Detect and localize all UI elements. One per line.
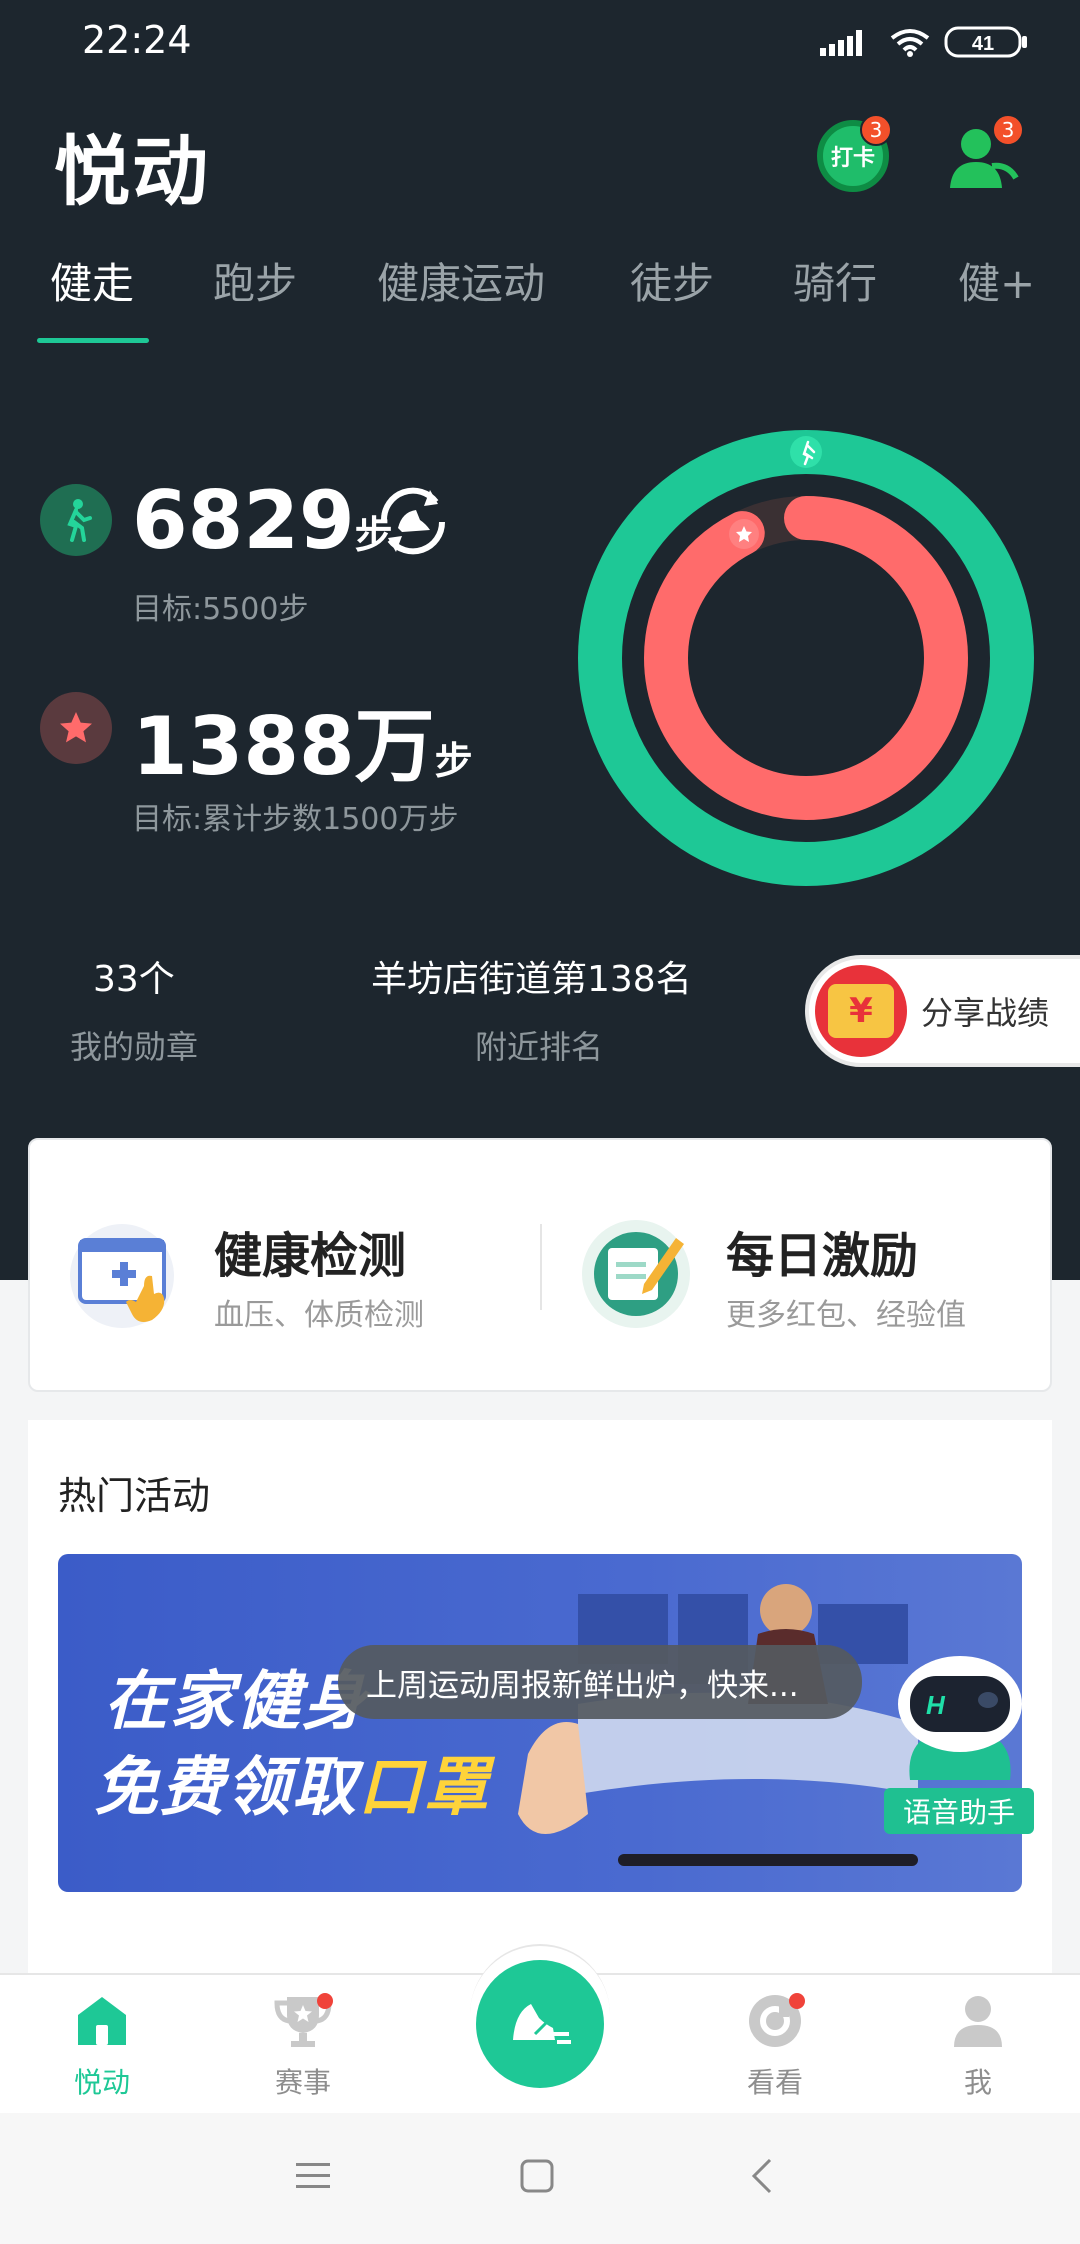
hot-activities-title: 热门活动 bbox=[58, 1474, 211, 1518]
health-check-subtitle: 血压、体质检测 bbox=[214, 1298, 424, 1333]
checkin-badge: 3 bbox=[860, 114, 892, 146]
tab-hiking[interactable]: 徒步 bbox=[630, 250, 714, 311]
shoe-icon bbox=[513, 2004, 571, 2044]
battery-level: 41 bbox=[972, 33, 994, 55]
voice-assistant-label: 语音助手 bbox=[884, 1788, 1034, 1834]
nav-me[interactable]: 我 bbox=[918, 1993, 1038, 2101]
today-steps: 6829 步 bbox=[132, 474, 393, 567]
banner-subheadline-highlight: 口罩 bbox=[358, 1751, 490, 1825]
status-time: 22:24 bbox=[82, 18, 192, 62]
health-check-title[interactable]: 健康检测 bbox=[214, 1216, 406, 1286]
nav-discover-label: 看看 bbox=[746, 2066, 803, 2099]
share-label: 分享战绩 bbox=[921, 994, 1050, 1032]
start-workout-button[interactable] bbox=[476, 1960, 604, 2088]
nav-discover[interactable]: 看看 bbox=[715, 1993, 835, 2101]
daily-reward-icon bbox=[578, 1214, 696, 1332]
home-icon bbox=[78, 1997, 126, 2045]
tab-running[interactable]: 跑步 bbox=[213, 250, 297, 311]
health-check-icon bbox=[66, 1216, 184, 1334]
quick-actions-card: 健康检测 血压、体质检测 每日激励 更多红包、经验值 bbox=[28, 1138, 1052, 1392]
banner-subheadline: 免费领取口罩 bbox=[94, 1736, 490, 1828]
total-steps-value: 1388万 bbox=[132, 700, 435, 793]
total-steps-ring bbox=[644, 496, 968, 820]
voice-assistant-button[interactable]: H 语音助手 bbox=[880, 1650, 1040, 1840]
checkin-label: 打卡 bbox=[830, 146, 875, 171]
back-icon[interactable] bbox=[750, 2157, 774, 2195]
nav-home[interactable]: 悦动 bbox=[42, 1993, 162, 2101]
progress-rings bbox=[576, 428, 1036, 888]
tab-walking[interactable]: 健走 bbox=[50, 250, 134, 311]
yuan-symbol: ¥ bbox=[828, 984, 894, 1038]
robot-icon: H bbox=[898, 1656, 1022, 1780]
status-icons: 41 bbox=[820, 22, 1040, 62]
walk-icon bbox=[40, 484, 112, 556]
nav-me-label: 我 bbox=[963, 2066, 992, 2099]
daily-reward-title[interactable]: 每日激励 bbox=[726, 1216, 918, 1286]
friends-badge: 3 bbox=[992, 114, 1024, 146]
tab-health-exercise[interactable]: 健康运动 bbox=[377, 250, 545, 311]
nav-events-label: 赛事 bbox=[274, 2066, 331, 2099]
events-new-dot bbox=[317, 1993, 333, 2009]
badges-count: 33个 bbox=[93, 959, 175, 1000]
nearby-rank-value: 羊坊店街道第138名 bbox=[371, 959, 692, 1000]
share-achievement-button[interactable]: ¥ 分享战绩 bbox=[805, 955, 1080, 1067]
card-divider bbox=[540, 1224, 542, 1310]
sync-shoe-icon bbox=[380, 487, 446, 555]
red-envelope-icon: ¥ bbox=[815, 965, 907, 1057]
star-icon bbox=[40, 692, 112, 764]
profile-icon bbox=[954, 1996, 1002, 2047]
tab-cycling[interactable]: 骑行 bbox=[793, 250, 877, 311]
badges-label[interactable]: 我的勋章 bbox=[70, 1022, 198, 1068]
total-steps-unit: 步 bbox=[434, 739, 473, 783]
daily-reward-subtitle: 更多红包、经验值 bbox=[726, 1298, 966, 1333]
system-navigation-bar bbox=[0, 2113, 1080, 2244]
total-goal: 目标:累计步数1500万步 bbox=[132, 802, 459, 837]
banner-headline: 在家健身 bbox=[104, 1665, 368, 1739]
tab-more[interactable]: 健+ bbox=[958, 250, 1035, 311]
app-title: 悦动 bbox=[54, 127, 210, 216]
sport-tabs: 健走 跑步 健康运动 徒步 骑行 健+ bbox=[0, 250, 1080, 350]
wifi-icon bbox=[890, 29, 930, 52]
signal-icon: 41 bbox=[820, 26, 1027, 58]
active-tab-indicator bbox=[37, 338, 149, 343]
discover-new-dot bbox=[789, 1993, 805, 2009]
nearby-rank-label[interactable]: 附近排名 bbox=[475, 1022, 603, 1068]
sync-steps-button[interactable] bbox=[372, 480, 454, 562]
today-goal: 目标:5500步 bbox=[132, 592, 309, 627]
banner-subheadline-prefix: 免费领取 bbox=[94, 1751, 358, 1825]
svg-text:H: H bbox=[926, 1690, 946, 1720]
today-steps-value: 6829 bbox=[132, 474, 355, 567]
home-square-icon[interactable] bbox=[520, 2159, 554, 2193]
nav-events[interactable]: 赛事 bbox=[243, 1993, 363, 2101]
nav-home-label: 悦动 bbox=[73, 2066, 130, 2099]
weekly-report-toast[interactable]: 上周运动周报新鲜出炉，快来... bbox=[338, 1645, 862, 1719]
activity-banner[interactable]: 在家健身 免费领取口罩 bbox=[58, 1554, 1022, 1892]
total-steps: 1388万 步 bbox=[132, 682, 473, 798]
menu-icon[interactable] bbox=[296, 2161, 330, 2191]
